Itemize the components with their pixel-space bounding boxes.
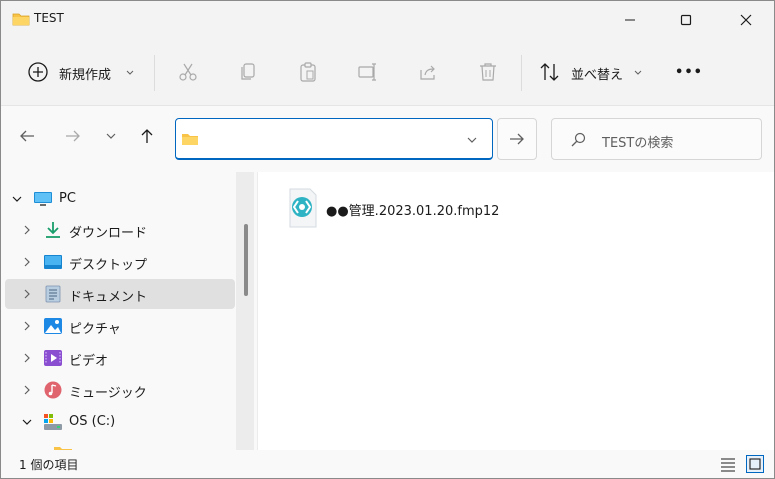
maximize-button[interactable] [661,1,711,39]
cut-icon[interactable] [177,61,199,83]
chevron-down-icon[interactable] [11,193,23,205]
nav-label: PC [59,191,76,206]
large-icons-view-icon[interactable] [746,455,764,473]
more-options-button[interactable]: ••• [673,53,705,91]
nav-item-documents[interactable]: ドキュメント [5,279,235,309]
paste-icon[interactable] [297,61,319,83]
nav-label: デスクトップ [69,258,148,273]
nav-item-pc[interactable]: PC [5,184,235,214]
chevron-down-icon[interactable] [21,416,33,428]
chevron-down-icon [126,70,134,75]
music-icon [44,381,62,399]
navigation-pane: PC ダウンロード デスクトップ ドキュメント ピクチャ ビデオ ミュージック … [1,172,251,450]
nav-scrollbar-thumb[interactable] [244,224,248,296]
chevron-right-icon[interactable] [21,224,33,236]
download-icon [46,222,60,238]
copy-icon[interactable] [237,61,259,83]
search-box[interactable]: TESTの検索 [551,118,762,160]
drive-icon [44,414,62,430]
nav-item-os-c[interactable]: OS (C:) [5,407,235,437]
arrow-up-icon [141,129,153,143]
arrow-right-icon [510,133,524,145]
recent-locations-button[interactable] [97,122,125,150]
forward-button[interactable] [59,122,87,150]
new-button-label: 新規作成 [59,68,112,83]
up-button[interactable] [133,122,161,150]
minimize-icon [625,19,635,21]
filemaker-file-icon [289,188,317,228]
new-button[interactable]: 新規作成 [21,53,137,91]
nav-item-music[interactable]: ミュージック [5,375,235,405]
maximize-icon [680,14,692,26]
chevron-right-icon[interactable] [21,256,33,268]
address-dropdown-icon[interactable] [466,134,478,146]
window-title: TEST [34,11,64,25]
nav-label: ダウンロード [69,226,148,241]
chevron-right-icon[interactable] [21,320,33,332]
nav-label: ビデオ [69,354,109,369]
folder-icon [12,13,30,26]
nav-scrollbar-track[interactable] [236,172,254,450]
address-bar-row: TESTの検索 [1,105,774,172]
file-list-pane[interactable]: ●●管理.2023.01.20.fmp12 [258,172,774,450]
search-icon [571,132,586,147]
close-button[interactable] [721,1,771,39]
arrow-right-icon [66,130,80,142]
chevron-down-icon [634,70,642,75]
title-bar[interactable]: TEST [1,1,774,39]
sort-button[interactable]: 並べ替え [533,53,649,91]
go-button[interactable] [497,118,537,160]
chevron-right-icon[interactable] [21,288,33,300]
arrow-left-icon [20,130,34,142]
address-input[interactable] [175,118,493,160]
minimize-button[interactable] [605,1,655,39]
chevron-right-icon[interactable] [21,352,33,364]
nav-label: ミュージック [69,386,147,401]
details-view-icon[interactable] [720,456,736,472]
toolbar-separator [521,55,522,91]
plus-circle-icon [28,62,48,82]
folder-icon [182,134,198,145]
back-button[interactable] [13,122,41,150]
toolbar-separator [154,55,155,91]
close-icon [740,14,752,26]
delete-icon[interactable] [477,61,499,83]
chevron-down-icon [106,133,116,139]
nav-item-downloads[interactable]: ダウンロード [5,215,235,245]
file-explorer-window: TEST 新規作成 並べ替え ••• TESTの検索 PC ダウンロード デスク… [0,0,775,479]
videos-icon [44,350,62,366]
nav-label: OS (C:) [69,414,116,429]
nav-label: ピクチャ [69,322,121,337]
desktop-icon [44,255,62,269]
status-bar: 1 個の項目 [1,450,774,478]
rename-icon[interactable] [357,61,379,83]
share-icon[interactable] [417,61,439,83]
sort-button-label: 並べ替え [571,68,624,83]
nav-item-videos[interactable]: ビデオ [5,343,235,373]
chevron-right-icon[interactable] [21,384,33,396]
pc-icon [34,192,52,206]
search-placeholder: TESTの検索 [602,136,674,151]
nav-label: ドキュメント [69,290,148,305]
nav-item-pictures[interactable]: ピクチャ [5,311,235,341]
documents-icon [45,285,61,303]
command-bar: 新規作成 並べ替え ••• [1,39,774,105]
sort-icon [540,63,559,81]
more-options-label: ••• [675,64,703,80]
nav-item-desktop[interactable]: デスクトップ [5,247,235,277]
item-count: 1 個の項目 [19,458,79,472]
file-name: ●●管理.2023.01.20.fmp12 [326,204,500,219]
pictures-icon [44,318,62,334]
nav-item-partial[interactable] [5,439,235,450]
